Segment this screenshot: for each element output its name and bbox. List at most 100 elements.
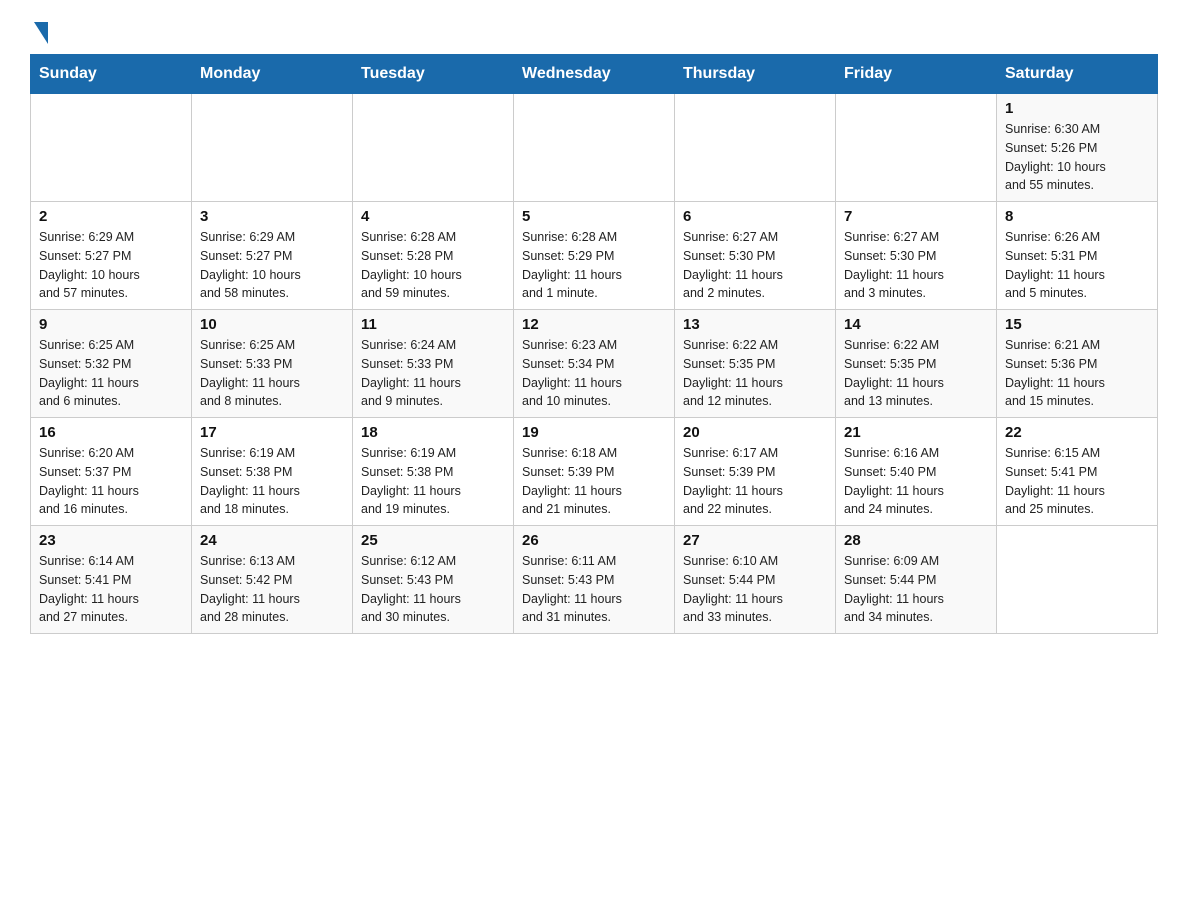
calendar-day-cell: 14 Sunrise: 6:22 AM Sunset: 5:35 PM Dayli… [836,310,997,418]
day-number: 21 [844,424,988,441]
calendar-day-cell: 9 Sunrise: 6:25 AM Sunset: 5:32 PM Daylig… [31,310,192,418]
weekday-header-wednesday: Wednesday [514,55,675,94]
calendar-day-cell: 24 Sunrise: 6:13 AM Sunset: 5:42 PM Dayli… [192,526,353,634]
day-info: Sunrise: 6:14 AM Sunset: 5:41 PM Dayligh… [39,552,183,627]
day-number: 25 [361,532,505,549]
day-info: Sunrise: 6:13 AM Sunset: 5:42 PM Dayligh… [200,552,344,627]
day-info: Sunrise: 6:29 AM Sunset: 5:27 PM Dayligh… [200,228,344,303]
day-number: 22 [1005,424,1149,441]
calendar-day-cell: 19 Sunrise: 6:18 AM Sunset: 5:39 PM Dayli… [514,418,675,526]
calendar-week-3: 9 Sunrise: 6:25 AM Sunset: 5:32 PM Daylig… [31,310,1158,418]
day-number: 15 [1005,316,1149,333]
day-number: 11 [361,316,505,333]
day-number: 10 [200,316,344,333]
day-number: 19 [522,424,666,441]
day-number: 28 [844,532,988,549]
day-info: Sunrise: 6:29 AM Sunset: 5:27 PM Dayligh… [39,228,183,303]
day-number: 5 [522,208,666,225]
calendar-day-cell: 8 Sunrise: 6:26 AM Sunset: 5:31 PM Daylig… [997,202,1158,310]
day-number: 1 [1005,100,1149,117]
logo [30,20,48,44]
day-number: 20 [683,424,827,441]
day-info: Sunrise: 6:22 AM Sunset: 5:35 PM Dayligh… [844,336,988,411]
calendar-day-cell: 4 Sunrise: 6:28 AM Sunset: 5:28 PM Daylig… [353,202,514,310]
day-info: Sunrise: 6:26 AM Sunset: 5:31 PM Dayligh… [1005,228,1149,303]
calendar-day-cell: 11Sunrise: 6:24 AM Sunset: 5:33 PM Dayli… [353,310,514,418]
day-info: Sunrise: 6:25 AM Sunset: 5:32 PM Dayligh… [39,336,183,411]
calendar-day-cell [997,526,1158,634]
day-info: Sunrise: 6:22 AM Sunset: 5:35 PM Dayligh… [683,336,827,411]
day-number: 16 [39,424,183,441]
day-number: 8 [1005,208,1149,225]
calendar-day-cell: 18Sunrise: 6:19 AM Sunset: 5:38 PM Dayli… [353,418,514,526]
day-number: 14 [844,316,988,333]
calendar-day-cell: 17 Sunrise: 6:19 AM Sunset: 5:38 PM Dayli… [192,418,353,526]
calendar-day-cell: 5 Sunrise: 6:28 AM Sunset: 5:29 PM Daylig… [514,202,675,310]
calendar-day-cell [836,94,997,202]
calendar-week-2: 2 Sunrise: 6:29 AM Sunset: 5:27 PM Daylig… [31,202,1158,310]
day-number: 2 [39,208,183,225]
day-number: 18 [361,424,505,441]
calendar-day-cell: 28 Sunrise: 6:09 AM Sunset: 5:44 PM Dayli… [836,526,997,634]
calendar-day-cell: 25 Sunrise: 6:12 AM Sunset: 5:43 PM Dayli… [353,526,514,634]
day-info: Sunrise: 6:15 AM Sunset: 5:41 PM Dayligh… [1005,444,1149,519]
day-info: Sunrise: 6:10 AM Sunset: 5:44 PM Dayligh… [683,552,827,627]
calendar-day-cell: 26 Sunrise: 6:11 AM Sunset: 5:43 PM Dayli… [514,526,675,634]
calendar-week-5: 23 Sunrise: 6:14 AM Sunset: 5:41 PM Dayli… [31,526,1158,634]
day-number: 23 [39,532,183,549]
day-info: Sunrise: 6:17 AM Sunset: 5:39 PM Dayligh… [683,444,827,519]
calendar-day-cell [31,94,192,202]
day-info: Sunrise: 6:20 AM Sunset: 5:37 PM Dayligh… [39,444,183,519]
calendar-day-cell: 7Sunrise: 6:27 AM Sunset: 5:30 PM Daylig… [836,202,997,310]
day-number: 9 [39,316,183,333]
calendar-day-cell: 6Sunrise: 6:27 AM Sunset: 5:30 PM Daylig… [675,202,836,310]
calendar-day-cell: 22 Sunrise: 6:15 AM Sunset: 5:41 PM Dayli… [997,418,1158,526]
page-header [30,20,1158,44]
day-number: 27 [683,532,827,549]
calendar-table: SundayMondayTuesdayWednesdayThursdayFrid… [30,54,1158,634]
calendar-day-cell: 1 Sunrise: 6:30 AM Sunset: 5:26 PM Daylig… [997,94,1158,202]
day-info: Sunrise: 6:28 AM Sunset: 5:28 PM Dayligh… [361,228,505,303]
day-number: 3 [200,208,344,225]
day-info: Sunrise: 6:18 AM Sunset: 5:39 PM Dayligh… [522,444,666,519]
calendar-day-cell: 12Sunrise: 6:23 AM Sunset: 5:34 PM Dayli… [514,310,675,418]
calendar-day-cell: 13 Sunrise: 6:22 AM Sunset: 5:35 PM Dayli… [675,310,836,418]
day-number: 26 [522,532,666,549]
day-number: 17 [200,424,344,441]
day-number: 7 [844,208,988,225]
day-info: Sunrise: 6:21 AM Sunset: 5:36 PM Dayligh… [1005,336,1149,411]
day-number: 24 [200,532,344,549]
day-info: Sunrise: 6:12 AM Sunset: 5:43 PM Dayligh… [361,552,505,627]
calendar-day-cell: 21 Sunrise: 6:16 AM Sunset: 5:40 PM Dayli… [836,418,997,526]
logo-triangle-icon [34,22,48,44]
calendar-week-4: 16 Sunrise: 6:20 AM Sunset: 5:37 PM Dayli… [31,418,1158,526]
day-number: 13 [683,316,827,333]
day-info: Sunrise: 6:19 AM Sunset: 5:38 PM Dayligh… [200,444,344,519]
day-info: Sunrise: 6:28 AM Sunset: 5:29 PM Dayligh… [522,228,666,303]
day-number: 4 [361,208,505,225]
calendar-day-cell: 20 Sunrise: 6:17 AM Sunset: 5:39 PM Dayli… [675,418,836,526]
day-info: Sunrise: 6:11 AM Sunset: 5:43 PM Dayligh… [522,552,666,627]
day-info: Sunrise: 6:30 AM Sunset: 5:26 PM Dayligh… [1005,120,1149,195]
calendar-day-cell: 27 Sunrise: 6:10 AM Sunset: 5:44 PM Dayli… [675,526,836,634]
day-info: Sunrise: 6:09 AM Sunset: 5:44 PM Dayligh… [844,552,988,627]
weekday-header-saturday: Saturday [997,55,1158,94]
calendar-day-cell [514,94,675,202]
calendar-day-cell: 2 Sunrise: 6:29 AM Sunset: 5:27 PM Daylig… [31,202,192,310]
calendar-day-cell: 16 Sunrise: 6:20 AM Sunset: 5:37 PM Dayli… [31,418,192,526]
weekday-header-tuesday: Tuesday [353,55,514,94]
calendar-day-cell: 23 Sunrise: 6:14 AM Sunset: 5:41 PM Dayli… [31,526,192,634]
calendar-week-1: 1 Sunrise: 6:30 AM Sunset: 5:26 PM Daylig… [31,94,1158,202]
calendar-day-cell [675,94,836,202]
calendar-day-cell: 10 Sunrise: 6:25 AM Sunset: 5:33 PM Dayli… [192,310,353,418]
day-info: Sunrise: 6:16 AM Sunset: 5:40 PM Dayligh… [844,444,988,519]
calendar-day-cell [353,94,514,202]
day-number: 6 [683,208,827,225]
weekday-header-sunday: Sunday [31,55,192,94]
calendar-header-row: SundayMondayTuesdayWednesdayThursdayFrid… [31,55,1158,94]
calendar-day-cell [192,94,353,202]
day-number: 12 [522,316,666,333]
calendar-day-cell: 15 Sunrise: 6:21 AM Sunset: 5:36 PM Dayli… [997,310,1158,418]
day-info: Sunrise: 6:25 AM Sunset: 5:33 PM Dayligh… [200,336,344,411]
weekday-header-friday: Friday [836,55,997,94]
